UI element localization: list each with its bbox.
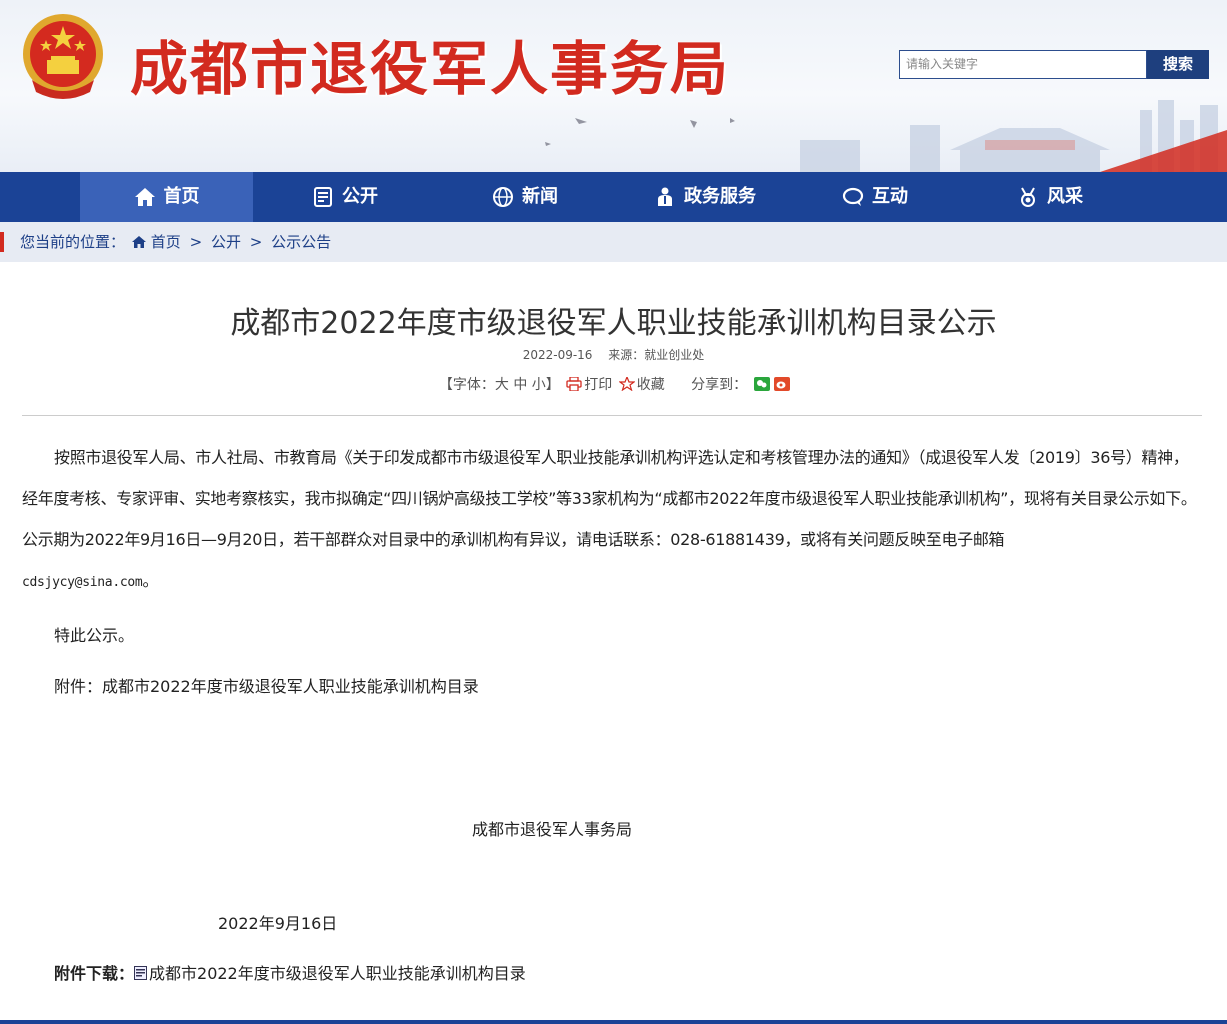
article-meta: 2022-09-16 来源：就业创业处	[0, 346, 1227, 363]
search-button[interactable]: 搜索	[1147, 50, 1209, 79]
globe-icon	[493, 187, 513, 207]
service-person-icon	[658, 187, 672, 206]
weibo-share-icon[interactable]	[774, 377, 791, 391]
nav-label: 首页	[163, 186, 200, 207]
nav-item-interaction[interactable]: 互动	[800, 172, 950, 222]
breadcrumb: 您当前的位置： 首页 > 公开 > 公示公告	[0, 222, 1227, 262]
nav-item-services[interactable]: 政务服务	[620, 172, 790, 222]
breadcrumb-accent	[0, 232, 4, 252]
nav-label: 政务服务	[684, 186, 756, 207]
breadcrumb-text: 您当前的位置： 首页 > 公开 > 公示公告	[18, 222, 333, 262]
printer-icon	[566, 377, 582, 391]
notice-line: 特此公示。	[54, 626, 135, 645]
download-row: 附件下载： 成都市2022年度市级退役军人职业技能承训机构目录	[54, 960, 526, 984]
breadcrumb-separator: >	[189, 233, 203, 251]
nav-item-home[interactable]: 首页	[80, 172, 253, 222]
sign-date: 2022年9月16日	[218, 914, 338, 933]
search-input[interactable]: 请输入关键字	[899, 50, 1147, 79]
breadcrumb-public[interactable]: 公开	[211, 233, 241, 251]
breadcrumb-notices[interactable]: 公示公告	[271, 233, 331, 251]
nav-label: 风采	[1047, 186, 1083, 207]
medal-icon	[1021, 187, 1035, 207]
article-title: 成都市2022年度市级退役军人职业技能承训机构目录公示	[230, 306, 997, 341]
body-end: 。	[142, 571, 159, 590]
attachment-line: 附件：成都市2022年度市级退役军人职业技能承训机构目录	[54, 677, 479, 696]
signature: 成都市退役军人事务局	[472, 820, 633, 839]
print-button[interactable]: 打印	[584, 377, 612, 393]
nav-item-news[interactable]: 新闻	[450, 172, 600, 222]
home-icon	[131, 236, 146, 248]
nav-item-showcase[interactable]: 风采	[975, 172, 1125, 222]
national-emblem-logo	[23, 14, 103, 99]
wechat-share-icon[interactable]	[753, 377, 770, 391]
article-tools: 【字体：大 中 小】 打印 收藏 分享到：	[0, 374, 1227, 394]
article-body-paragraph: 按照市退役军人局、市人社局、市教育局《关于印发成都市市级退役军人职业技能承训机构…	[22, 437, 1202, 603]
breadcrumb-separator: >	[249, 233, 263, 251]
body-text: 按照市退役军人局、市人社局、市教育局《关于印发成都市市级退役军人职业技能承训机构…	[22, 448, 1197, 549]
breadcrumb-prefix: 您当前的位置：	[20, 233, 126, 251]
article-source: 来源：就业创业处	[608, 348, 705, 362]
main-nav: 首页 公开 新闻 政务服务 互动 风采	[0, 172, 1227, 222]
nav-label: 公开	[342, 186, 378, 207]
font-size-control[interactable]: 【字体：大 中 小】	[439, 377, 560, 393]
download-file-link[interactable]: 成都市2022年度市级退役军人职业技能承训机构目录	[149, 964, 526, 983]
home-icon	[134, 188, 155, 206]
nav-item-public[interactable]: 公开	[270, 172, 420, 222]
file-icon	[134, 966, 148, 980]
site-header: 成都市退役军人事务局 请输入关键字 搜索	[0, 0, 1227, 172]
favorite-button[interactable]: 收藏	[637, 377, 665, 393]
email-address: cdsjycy@sina.com	[22, 575, 143, 590]
site-title: 成都市退役军人事务局	[130, 35, 731, 103]
nav-label: 互动	[872, 186, 908, 207]
nav-label: 新闻	[522, 186, 558, 207]
share-label: 分享到：	[691, 377, 748, 393]
title-divider	[22, 415, 1202, 416]
star-icon	[618, 377, 635, 391]
document-icon	[314, 187, 332, 207]
chat-icon	[842, 187, 864, 206]
footer-edge	[0, 1020, 1227, 1024]
breadcrumb-home[interactable]: 首页	[151, 233, 181, 251]
download-label: 附件下载：	[54, 964, 135, 983]
article-date: 2022-09-16	[522, 348, 593, 362]
